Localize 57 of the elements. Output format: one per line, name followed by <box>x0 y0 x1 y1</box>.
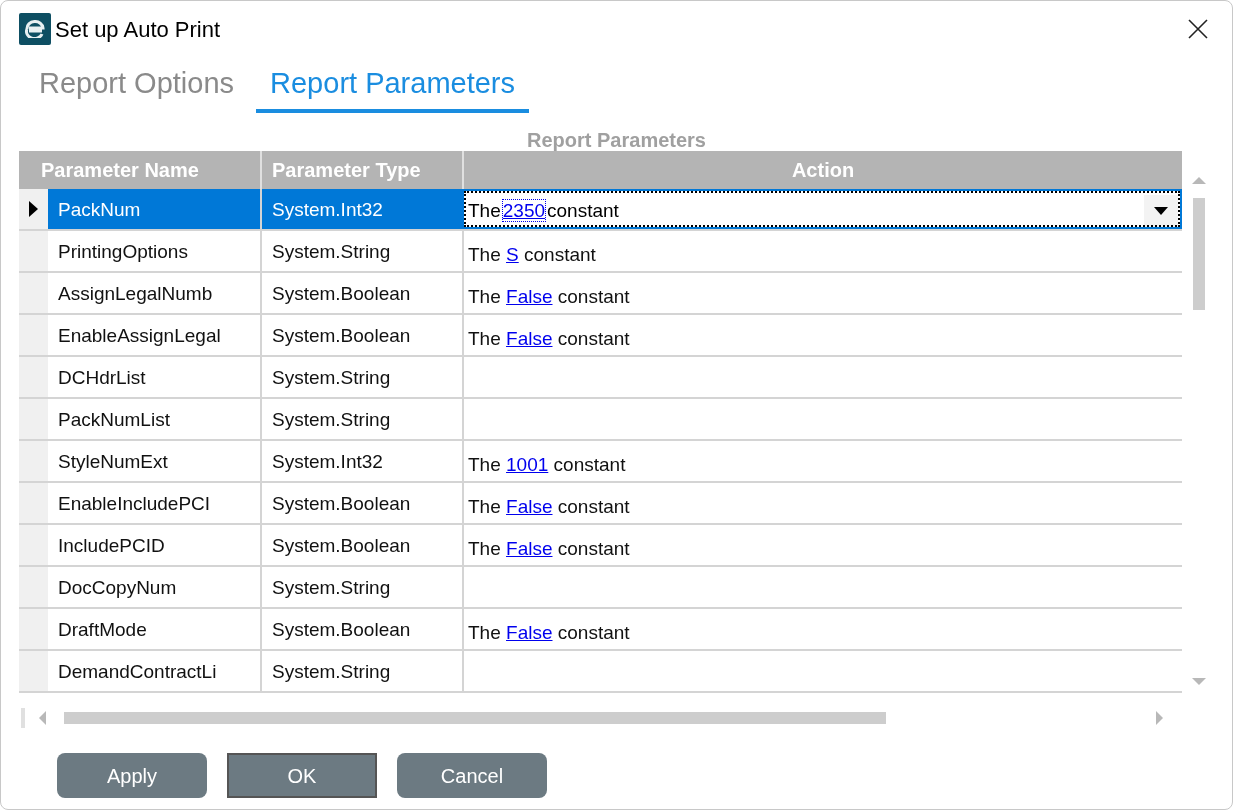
dialog-button[interactable]: Apply <box>57 753 207 798</box>
value-link[interactable]: False <box>506 327 553 349</box>
table-cell: System.Boolean <box>260 315 462 355</box>
action-text: The False constant <box>468 494 630 519</box>
value-link[interactable]: 1001 <box>506 453 549 475</box>
table-cell-text: PackNumList <box>57 408 171 432</box>
scroll-thumb[interactable] <box>64 712 886 724</box>
current-row-icon <box>29 201 38 217</box>
value-link[interactable]: False <box>506 537 553 559</box>
action-text: The False constant <box>468 536 630 561</box>
table-cell-text: StyleNumExt <box>57 450 169 474</box>
scroll-right-icon[interactable] <box>1156 711 1163 725</box>
scroll-up-icon[interactable] <box>1192 177 1207 184</box>
action-text: The False constant <box>468 326 630 351</box>
table-cell: System.Boolean <box>260 483 462 523</box>
action-text: The False constant <box>468 620 630 645</box>
table-cell: System.Boolean <box>260 609 462 649</box>
table-cell: System.Int32 <box>260 441 462 481</box>
value-link[interactable]: 2350 <box>502 199 546 221</box>
value-link[interactable]: False <box>506 621 553 643</box>
table-cell-text: DemandContractLi <box>57 660 218 684</box>
value-link[interactable]: False <box>506 285 553 307</box>
table-cell-text: DCHdrList <box>57 366 147 390</box>
dropdown-caret-icon <box>1154 207 1169 215</box>
scroll-thumb[interactable] <box>1193 198 1206 310</box>
table-cell: System.String <box>260 399 462 439</box>
table-cell: System.String <box>260 231 462 271</box>
grid-caption: Report Parameters <box>527 128 706 151</box>
table-cell: System.String <box>260 357 462 397</box>
table-cell-text: AssignLegalNumb <box>57 282 214 306</box>
app-logo-icon <box>19 13 51 45</box>
action-text: The False constant <box>468 284 630 309</box>
value-link[interactable]: S <box>506 243 519 265</box>
table-cell-text: PrintingOptions <box>57 240 189 264</box>
table-cell-text: DraftMode <box>57 618 148 642</box>
action-text: The 1001 constant <box>468 452 626 477</box>
value-link[interactable]: False <box>506 495 553 517</box>
table-cell: System.Boolean <box>260 525 462 565</box>
table-cell: System.String <box>260 651 462 691</box>
scroll-left-icon[interactable] <box>39 711 46 725</box>
table-cell: System.Int32 <box>260 189 462 229</box>
action-text: The S constant <box>468 242 596 267</box>
table-cell: System.String <box>260 567 462 607</box>
dialog-button[interactable]: OK <box>227 753 377 798</box>
dialog-button[interactable]: Cancel <box>397 753 547 798</box>
tab[interactable]: Report Parameters <box>256 61 530 113</box>
scroll-down-icon[interactable] <box>1192 678 1207 685</box>
table-cell-text: DocCopyNum <box>57 576 178 600</box>
table-cell: PackNum <box>48 189 260 229</box>
table-cell-text: IncludePCID <box>57 534 166 558</box>
table-cell: System.Boolean <box>260 273 462 313</box>
action-text: The2350constant <box>468 198 619 223</box>
table-cell-text: EnableIncludePCI <box>57 492 212 516</box>
window-title: Set up Auto Print <box>55 15 221 44</box>
action-dropdown[interactable]: The2350constant <box>462 189 1183 229</box>
table-cell-text: EnableAssignLegal <box>57 324 222 348</box>
row-header[interactable] <box>19 189 48 229</box>
